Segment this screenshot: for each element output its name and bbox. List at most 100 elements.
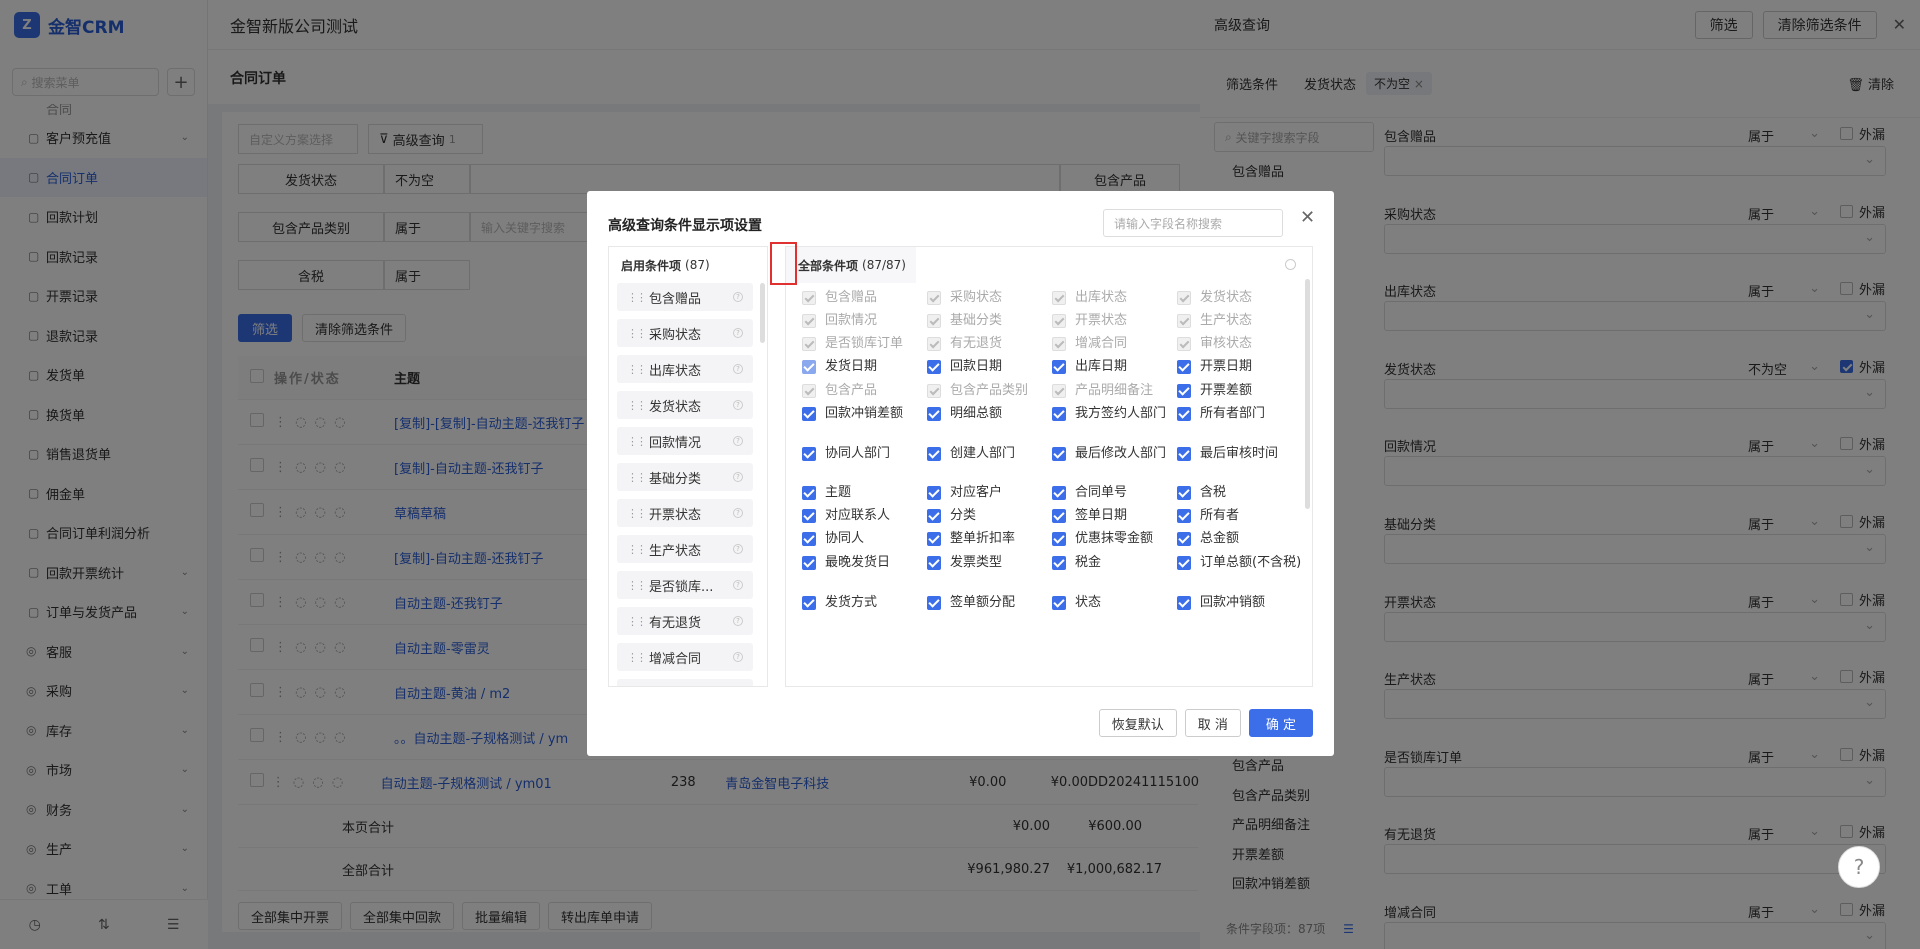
enabled-item[interactable]: ⋮⋮ 有无退货? [617,607,753,635]
option-item[interactable]: 明细总额 [927,399,1052,439]
option-checkbox[interactable] [802,407,816,421]
option-item[interactable]: 发票类型 [927,548,1052,588]
enabled-item[interactable]: ⋮⋮ 发货状态? [617,391,753,419]
option-item[interactable]: 签单日期 [1052,501,1177,524]
enabled-item[interactable]: ⋮⋮ 回款情况? [617,427,753,455]
option-checkbox[interactable] [1177,407,1191,421]
option-item[interactable]: 状态 [1052,588,1177,612]
option-checkbox[interactable] [927,509,941,523]
enabled-item[interactable]: ⋮⋮ 是否锁库...? [617,571,753,599]
enabled-item[interactable]: ⋮⋮审核状态? [617,679,753,688]
enabled-item[interactable]: ⋮⋮ 出库状态? [617,355,753,383]
drag-handle-icon[interactable]: ⋮⋮ [627,327,649,340]
option-item[interactable]: 最晚发货日 [802,548,927,588]
option-checkbox[interactable] [927,407,941,421]
drag-handle-icon[interactable]: ⋮⋮ [627,507,649,520]
option-checkbox[interactable] [927,532,941,546]
option-checkbox[interactable] [802,556,816,570]
option-item[interactable]: 优惠抹零金额 [1052,524,1177,548]
option-checkbox[interactable] [927,360,941,374]
option-checkbox[interactable] [1177,447,1191,461]
drag-handle-icon[interactable]: ⋮⋮ [627,471,649,484]
enabled-item[interactable]: ⋮⋮ 采购状态? [617,319,753,347]
cancel-button[interactable]: 取 消 [1184,709,1241,737]
option-item[interactable]: 主题 [802,478,927,501]
option-item[interactable]: 我方签约人部门 [1052,399,1177,439]
reset-default-button[interactable]: 恢复默认 [1098,709,1177,737]
option-checkbox[interactable] [1177,556,1191,570]
help-icon[interactable]: ? [1838,846,1880,888]
option-item[interactable]: 订单总额(不含税) [1177,548,1302,588]
option-item[interactable]: 对应联系人 [802,501,927,524]
option-item: 发货状态 [1177,283,1302,306]
scrollbar[interactable] [760,283,765,343]
option-item[interactable]: 创建人部门 [927,439,1052,478]
option-checkbox[interactable] [1052,360,1066,374]
option-item[interactable]: 开票日期 [1177,352,1302,376]
option-item[interactable]: 协同人部门 [802,439,927,478]
drag-handle-icon[interactable]: ⋮⋮ [627,399,649,412]
enabled-item[interactable]: ⋮⋮ 包含赠品? [617,283,753,311]
option-item[interactable]: 含税 [1177,478,1302,501]
enabled-item[interactable]: ⋮⋮ 基础分类? [617,463,753,491]
option-item[interactable]: 开票差额 [1177,376,1302,399]
option-checkbox[interactable] [1177,486,1191,500]
option-item[interactable]: 最后审核时间 [1177,439,1302,478]
option-checkbox[interactable] [1052,407,1066,421]
enabled-item[interactable]: ⋮⋮ 开票状态? [617,499,753,527]
option-checkbox[interactable] [1177,384,1191,398]
option-checkbox[interactable] [927,486,941,500]
option-checkbox[interactable] [802,532,816,546]
option-row: 发货日期 回款日期 出库日期 开票日期 [802,352,1302,376]
scrollbar[interactable] [1305,279,1310,509]
confirm-button[interactable]: 确 定 [1248,709,1313,737]
option-item[interactable]: 回款冲销差额 [802,399,927,439]
option-item[interactable]: 签单额分配 [927,588,1052,612]
option-item[interactable]: 所有者 [1177,501,1302,524]
option-checkbox[interactable] [1177,596,1191,610]
option-checkbox[interactable] [802,596,816,610]
option-checkbox[interactable] [1052,532,1066,546]
option-item[interactable]: 对应客户 [927,478,1052,501]
drag-handle-icon[interactable]: ⋮⋮ [627,687,649,688]
modal-search-input[interactable]: 请输入字段名称搜索 [1103,209,1283,237]
option-checkbox[interactable] [802,509,816,523]
option-checkbox[interactable] [1052,509,1066,523]
option-item[interactable]: 回款日期 [927,352,1052,376]
option-checkbox[interactable] [1177,509,1191,523]
option-checkbox[interactable] [1052,556,1066,570]
option-checkbox[interactable] [1177,360,1191,374]
option-item[interactable]: 发货日期 [802,352,927,376]
option-item[interactable]: 发货方式 [802,588,927,612]
option-item[interactable]: 出库日期 [1052,352,1177,376]
drag-handle-icon[interactable]: ⋮⋮ [627,615,649,628]
option-item[interactable]: 总金额 [1177,524,1302,548]
option-checkbox[interactable] [802,360,816,374]
enabled-item[interactable]: ⋮⋮ 增减合同? [617,643,753,671]
option-item[interactable]: 税金 [1052,548,1177,588]
option-checkbox[interactable] [1177,532,1191,546]
drag-handle-icon[interactable]: ⋮⋮ [627,651,649,664]
close-icon[interactable]: ✕ [1300,207,1315,228]
drag-handle-icon[interactable]: ⋮⋮ [627,291,649,304]
option-item[interactable]: 分类 [927,501,1052,524]
drag-handle-icon[interactable]: ⋮⋮ [627,435,649,448]
option-item[interactable]: 最后修改人部门 [1052,439,1177,478]
option-checkbox[interactable] [927,556,941,570]
drag-handle-icon[interactable]: ⋮⋮ [627,543,649,556]
option-checkbox[interactable] [802,447,816,461]
option-checkbox[interactable] [927,447,941,461]
option-checkbox[interactable] [1052,486,1066,500]
option-checkbox[interactable] [927,596,941,610]
option-checkbox[interactable] [1052,596,1066,610]
option-item[interactable]: 整单折扣率 [927,524,1052,548]
option-checkbox[interactable] [802,486,816,500]
option-item[interactable]: 协同人 [802,524,927,548]
drag-handle-icon[interactable]: ⋮⋮ [627,363,649,376]
enabled-item[interactable]: ⋮⋮ 生产状态? [617,535,753,563]
option-item[interactable]: 回款冲销额 [1177,588,1302,612]
option-checkbox[interactable] [1052,447,1066,461]
drag-handle-icon[interactable]: ⋮⋮ [627,579,649,592]
option-item[interactable]: 合同单号 [1052,478,1177,501]
option-item[interactable]: 所有者部门 [1177,399,1302,439]
